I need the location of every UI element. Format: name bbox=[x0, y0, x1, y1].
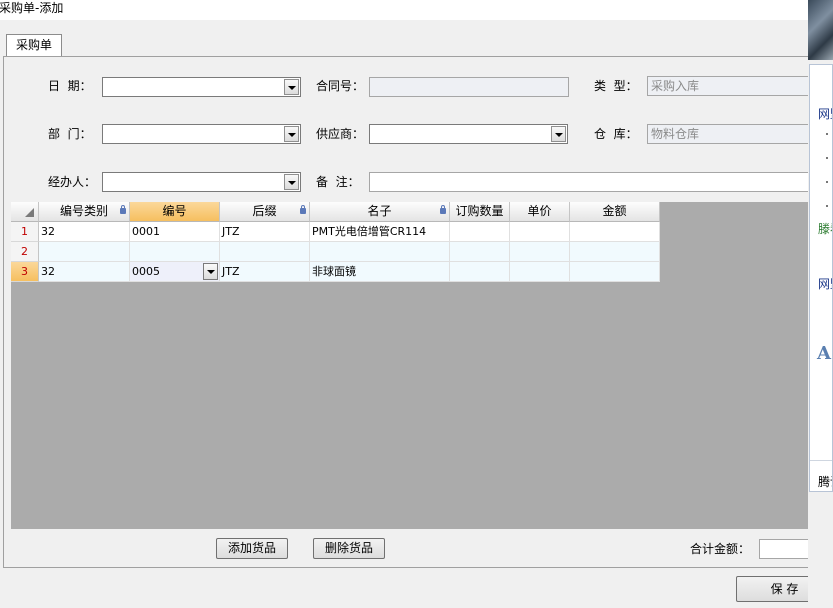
window-title: 采购单-添加 bbox=[0, 1, 64, 15]
dept-label: 部 门： bbox=[48, 127, 92, 141]
side-text-2[interactable]: 滕看 bbox=[818, 220, 832, 237]
chevron-down-icon[interactable] bbox=[551, 126, 566, 142]
title-bar: 采购单-添加 bbox=[0, 0, 808, 20]
warehouse-field[interactable]: 物料仓库 bbox=[647, 124, 809, 144]
bullet-icon bbox=[826, 157, 828, 159]
cell-quantity[interactable] bbox=[450, 262, 510, 282]
note-label: 备 注： bbox=[316, 175, 360, 189]
col-header-code[interactable]: 编号 bbox=[130, 202, 220, 222]
cell-price[interactable] bbox=[510, 222, 570, 242]
row-number[interactable]: 3 bbox=[11, 262, 39, 282]
date-combo[interactable] bbox=[102, 77, 301, 97]
side-divider bbox=[810, 460, 832, 461]
cell-suffix[interactable] bbox=[220, 242, 310, 262]
handler-label: 经办人： bbox=[48, 175, 97, 189]
cell-suffix[interactable]: JTZ bbox=[220, 222, 310, 242]
col-header-quantity[interactable]: 订购数量 bbox=[450, 202, 510, 222]
lock-icon bbox=[120, 205, 126, 214]
tab-strip: 采购单 bbox=[0, 20, 808, 56]
tab-purchase-order[interactable]: 采购单 bbox=[6, 34, 62, 56]
col-header-name[interactable]: 名子 bbox=[310, 202, 450, 222]
cell-quantity[interactable] bbox=[450, 242, 510, 262]
col-header-category[interactable]: 编号类别 bbox=[39, 202, 130, 222]
cell-category[interactable] bbox=[39, 242, 130, 262]
side-text-3[interactable]: 网盟 bbox=[818, 275, 832, 292]
cell-quantity[interactable] bbox=[450, 222, 510, 242]
bullet-icon bbox=[826, 205, 828, 207]
dept-combo[interactable] bbox=[102, 124, 301, 144]
col-header-amount[interactable]: 金额 bbox=[570, 202, 660, 222]
grid-select-all[interactable] bbox=[11, 202, 39, 222]
delete-goods-button[interactable]: 删除货品 bbox=[313, 538, 385, 559]
cell-amount[interactable] bbox=[570, 242, 660, 262]
row-number[interactable]: 2 bbox=[11, 242, 39, 262]
cell-category[interactable]: 32 bbox=[39, 262, 130, 282]
supplier-combo[interactable] bbox=[369, 124, 568, 144]
chevron-down-icon[interactable] bbox=[284, 174, 299, 190]
cell-name[interactable] bbox=[310, 242, 450, 262]
side-photo bbox=[808, 0, 833, 60]
cell-suffix[interactable]: JTZ bbox=[220, 262, 310, 282]
cell-code[interactable]: 0001 bbox=[130, 222, 220, 242]
total-amount-field[interactable] bbox=[759, 539, 809, 559]
contract-field[interactable] bbox=[369, 77, 569, 97]
cell-amount[interactable] bbox=[570, 222, 660, 242]
type-field[interactable]: 采购入库 bbox=[647, 76, 809, 96]
type-label: 类 型： bbox=[594, 79, 638, 93]
goods-grid[interactable]: 编号类别 编号 后缀 名子 订购数量 单价 金额 1 32 0001 JTZ P… bbox=[11, 202, 809, 529]
lock-icon bbox=[440, 205, 446, 214]
add-goods-button[interactable]: 添加货品 bbox=[216, 538, 288, 559]
side-text-1[interactable]: 网盟 bbox=[818, 105, 832, 122]
side-text-5[interactable]: 腾讯 bbox=[818, 473, 832, 490]
chevron-down-icon[interactable] bbox=[284, 79, 299, 95]
cell-price[interactable] bbox=[510, 262, 570, 282]
cell-amount[interactable] bbox=[570, 262, 660, 282]
cell-price[interactable] bbox=[510, 242, 570, 262]
col-header-suffix[interactable]: 后缀 bbox=[220, 202, 310, 222]
contract-label: 合同号： bbox=[316, 79, 365, 93]
side-text-4: A bbox=[817, 343, 831, 364]
cell-code[interactable] bbox=[130, 242, 220, 262]
col-header-price[interactable]: 单价 bbox=[510, 202, 570, 222]
supplier-label: 供应商： bbox=[316, 127, 365, 141]
cell-name[interactable]: PMT光电倍增管CR114 bbox=[310, 222, 450, 242]
total-amount-label: 合计金额： bbox=[690, 542, 751, 556]
chevron-down-icon[interactable] bbox=[203, 263, 218, 280]
chevron-down-icon[interactable] bbox=[284, 126, 299, 142]
bullet-icon bbox=[826, 133, 828, 135]
date-label: 日 期： bbox=[48, 79, 92, 93]
warehouse-label: 仓 库： bbox=[594, 127, 638, 141]
side-window: 网盟 滕看 网盟 A 腾讯 bbox=[808, 0, 833, 608]
cell-code-editor[interactable]: 0005 bbox=[130, 262, 220, 282]
handler-combo[interactable] bbox=[102, 172, 301, 192]
note-field[interactable] bbox=[369, 172, 809, 192]
bullet-icon bbox=[826, 181, 828, 183]
side-panel: 网盟 滕看 网盟 A 腾讯 bbox=[809, 64, 833, 492]
row-number[interactable]: 1 bbox=[11, 222, 39, 242]
cell-name[interactable]: 非球面镜 bbox=[310, 262, 450, 282]
lock-icon bbox=[300, 205, 306, 214]
cell-category[interactable]: 32 bbox=[39, 222, 130, 242]
